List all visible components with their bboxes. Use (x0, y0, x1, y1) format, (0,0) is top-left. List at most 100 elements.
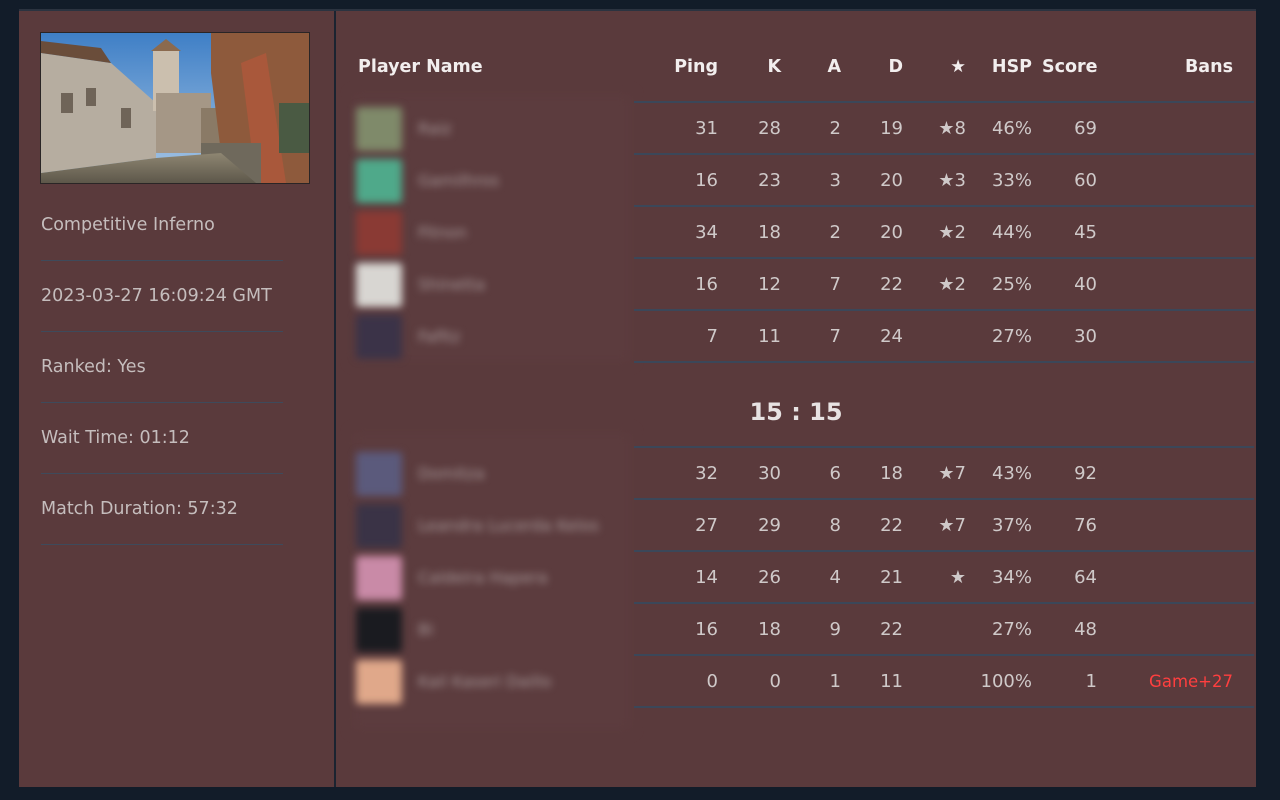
player-deaths: 20 (880, 170, 903, 191)
player-name[interactable]: Leandra Lucerda Kelos (418, 500, 599, 552)
player-deaths: 22 (880, 515, 903, 536)
player-score: 48 (1074, 619, 1097, 640)
player-ping: 27 (695, 515, 718, 536)
player-assists: 6 (829, 463, 841, 484)
player-avatar[interactable] (356, 556, 402, 600)
player-bans (1136, 207, 1233, 258)
match-details-list: Competitive Inferno 2023-03-27 16:09:24 … (41, 190, 283, 545)
player-avatar[interactable] (356, 504, 402, 548)
player-name[interactable]: Shinetta (418, 259, 485, 311)
player-name[interactable]: Raiz (418, 103, 451, 155)
player-hsp: 43% (991, 463, 1032, 484)
header-player-name[interactable]: Player Name (358, 57, 483, 77)
player-row[interactable]: Caldeira Hapera 14 26 4 21 ★ 34% 64 (336, 552, 1256, 604)
player-name[interactable]: Fafitz (418, 311, 460, 363)
player-mvps: ★2 (938, 222, 966, 243)
player-name[interactable]: Fitnon (418, 207, 467, 259)
player-score: 30 (1074, 326, 1097, 347)
player-avatar[interactable] (356, 452, 402, 496)
player-row[interactable]: Shinetta 16 12 7 22 ★2 25% 40 (336, 259, 1256, 311)
player-avatar[interactable] (356, 107, 402, 151)
player-mvps: ★8 (938, 118, 966, 139)
player-avatar[interactable] (356, 608, 402, 652)
player-row[interactable]: Bi 16 18 9 22 27% 48 (336, 604, 1256, 656)
player-mvps (921, 311, 966, 362)
player-bans-link[interactable]: Game+27 (1136, 656, 1233, 707)
match-date-label: 2023-03-27 16:09:24 GMT (41, 261, 283, 332)
header-hsp[interactable]: HSP (976, 57, 1032, 77)
player-bans (1136, 604, 1233, 655)
player-avatar[interactable] (356, 315, 402, 359)
player-name[interactable]: Domitza (418, 448, 485, 500)
player-name[interactable]: Gamilhros (418, 155, 499, 207)
player-row[interactable]: Gamilhros 16 23 3 20 ★3 33% 60 (336, 155, 1256, 207)
player-kills: 18 (758, 619, 781, 640)
player-mvps: ★3 (938, 170, 966, 191)
player-score: 60 (1074, 170, 1097, 191)
player-assists: 7 (829, 274, 841, 295)
header-kills[interactable]: K (736, 57, 781, 77)
player-assists: 7 (829, 326, 841, 347)
player-deaths: 24 (880, 326, 903, 347)
player-score: 92 (1074, 463, 1097, 484)
player-row[interactable]: Fitnon 34 18 2 20 ★2 44% 45 (336, 207, 1256, 259)
player-bans (1136, 500, 1233, 551)
player-kills: 0 (769, 671, 781, 692)
header-deaths[interactable]: D (858, 57, 903, 77)
player-assists: 4 (829, 567, 841, 588)
player-deaths: 22 (880, 619, 903, 640)
player-kills: 23 (758, 170, 781, 191)
player-bans (1136, 311, 1233, 362)
player-ping: 32 (695, 463, 718, 484)
player-kills: 29 (758, 515, 781, 536)
player-avatar[interactable] (356, 263, 402, 307)
map-thumbnail-image (40, 32, 310, 184)
player-name[interactable]: Caldeira Hapera (418, 552, 548, 604)
player-hsp: 27% (991, 326, 1032, 347)
player-row[interactable]: Kail Kaseri Daillo 0 0 1 11 100% 1 Game+… (336, 656, 1256, 708)
player-row[interactable]: Fafitz 7 11 7 24 27% 30 (336, 311, 1256, 363)
player-name[interactable]: Kail Kaseri Daillo (418, 656, 552, 708)
wait-time-label: Wait Time: 01:12 (41, 403, 283, 474)
player-kills: 26 (758, 567, 781, 588)
player-hsp: 27% (991, 619, 1032, 640)
player-bans (1136, 448, 1233, 499)
player-avatar[interactable] (356, 159, 402, 203)
player-hsp: 25% (991, 274, 1032, 295)
map-image-icon (41, 33, 309, 183)
row-divider (634, 706, 1254, 708)
player-mvps: ★2 (938, 274, 966, 295)
player-row[interactable]: Domitza 32 30 6 18 ★7 43% 92 (336, 448, 1256, 500)
header-ping[interactable]: Ping (666, 57, 718, 77)
player-hsp: 34% (991, 567, 1032, 588)
map-name-label: Competitive Inferno (41, 190, 283, 261)
player-hsp: 100% (980, 671, 1032, 692)
player-deaths: 20 (880, 222, 903, 243)
player-assists: 2 (829, 222, 841, 243)
player-avatar[interactable] (356, 211, 402, 255)
header-mvp-star-icon[interactable]: ★ (921, 57, 966, 77)
player-row[interactable]: Leandra Lucerda Kelos 27 29 8 22 ★7 37% … (336, 500, 1256, 552)
player-bans (1136, 103, 1233, 154)
player-bans (1136, 155, 1233, 206)
ranked-label: Ranked: Yes (41, 332, 283, 403)
player-mvps: ★7 (938, 515, 966, 536)
player-ping: 14 (695, 567, 718, 588)
player-score: 1 (1085, 671, 1097, 692)
player-score: 76 (1074, 515, 1097, 536)
player-ping: 34 (695, 222, 718, 243)
player-assists: 9 (829, 619, 841, 640)
player-ping: 31 (695, 118, 718, 139)
player-row[interactable]: Raiz 31 28 2 19 ★8 46% 69 (336, 103, 1256, 155)
header-assists[interactable]: A (796, 57, 841, 77)
header-bans[interactable]: Bans (1136, 57, 1233, 77)
player-kills: 18 (758, 222, 781, 243)
player-hsp: 37% (991, 515, 1032, 536)
player-hsp: 46% (991, 118, 1032, 139)
player-name[interactable]: Bi (418, 604, 433, 656)
player-score: 64 (1074, 567, 1097, 588)
match-duration-label: Match Duration: 57:32 (41, 474, 283, 545)
player-avatar[interactable] (356, 660, 402, 704)
header-score[interactable]: Score (1042, 57, 1098, 77)
player-kills: 28 (758, 118, 781, 139)
